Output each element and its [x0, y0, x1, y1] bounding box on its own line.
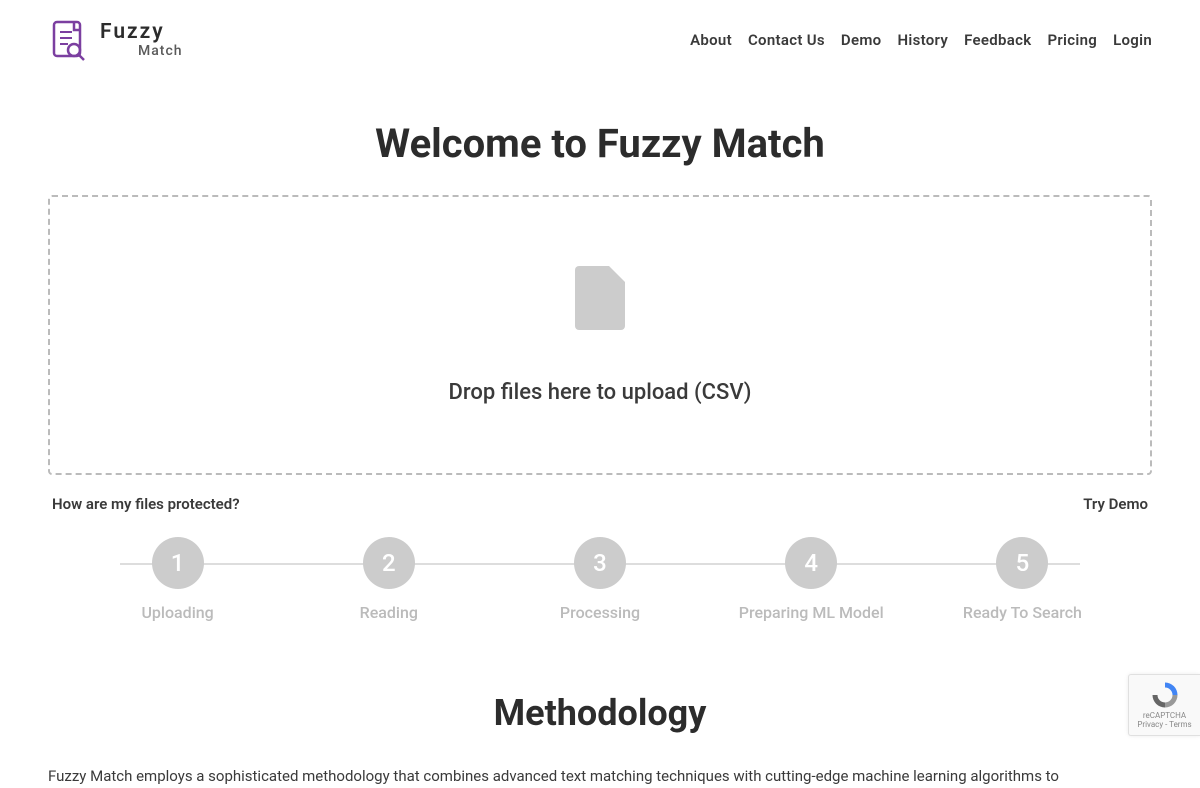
step-label: Processing	[560, 603, 640, 622]
step-processing: 3 Processing	[494, 537, 705, 622]
logo-document-icon	[48, 18, 92, 62]
step-circle: 4	[785, 537, 837, 589]
logo-text-main: Fuzzy	[100, 21, 183, 44]
nav-feedback[interactable]: Feedback	[964, 31, 1031, 49]
welcome-title: Welcome to Fuzzy Match	[48, 120, 1152, 167]
step-preparing: 4 Preparing ML Model	[706, 537, 917, 622]
step-circle: 2	[363, 537, 415, 589]
header: Fuzzy Match About Contact Us Demo Histor…	[0, 0, 1200, 80]
logo-text-sub: Match	[138, 44, 183, 59]
main-content: Welcome to Fuzzy Match Drop files here t…	[0, 120, 1200, 788]
recaptcha-icon	[1150, 680, 1180, 710]
step-label: Preparing ML Model	[739, 603, 884, 622]
logo[interactable]: Fuzzy Match	[48, 18, 183, 62]
methodology-body: Fuzzy Match employs a sophisticated meth…	[48, 764, 1152, 788]
step-label: Reading	[360, 603, 418, 622]
nav-contact[interactable]: Contact Us	[748, 31, 825, 49]
nav-history[interactable]: History	[897, 31, 948, 49]
nav-demo[interactable]: Demo	[841, 31, 882, 49]
step-uploading: 1 Uploading	[72, 537, 283, 622]
nav-pricing[interactable]: Pricing	[1047, 31, 1097, 49]
recaptcha-badge[interactable]: reCAPTCHA Privacy - Terms	[1128, 674, 1200, 736]
logo-text: Fuzzy Match	[100, 21, 183, 59]
methodology-title: Methodology	[48, 692, 1152, 734]
nav-login[interactable]: Login	[1113, 31, 1152, 49]
file-dropzone[interactable]: Drop files here to upload (CSV)	[48, 195, 1152, 475]
links-row: How are my files protected? Try Demo	[48, 495, 1152, 513]
step-label: Uploading	[141, 603, 213, 622]
step-reading: 2 Reading	[283, 537, 494, 622]
dropzone-text: Drop files here to upload (CSV)	[449, 380, 752, 405]
main-nav: About Contact Us Demo History Feedback P…	[690, 31, 1152, 49]
step-circle: 1	[152, 537, 204, 589]
step-circle: 5	[996, 537, 1048, 589]
try-demo-link[interactable]: Try Demo	[1083, 495, 1148, 513]
step-circle: 3	[574, 537, 626, 589]
nav-about[interactable]: About	[690, 31, 732, 49]
recaptcha-links[interactable]: Privacy - Terms	[1137, 721, 1191, 730]
file-icon	[575, 266, 625, 330]
step-ready: 5 Ready To Search	[917, 537, 1128, 622]
files-protected-link[interactable]: How are my files protected?	[52, 495, 240, 513]
progress-steps: 1 Uploading 2 Reading 3 Processing 4 Pre…	[48, 537, 1152, 622]
step-label: Ready To Search	[963, 603, 1082, 622]
